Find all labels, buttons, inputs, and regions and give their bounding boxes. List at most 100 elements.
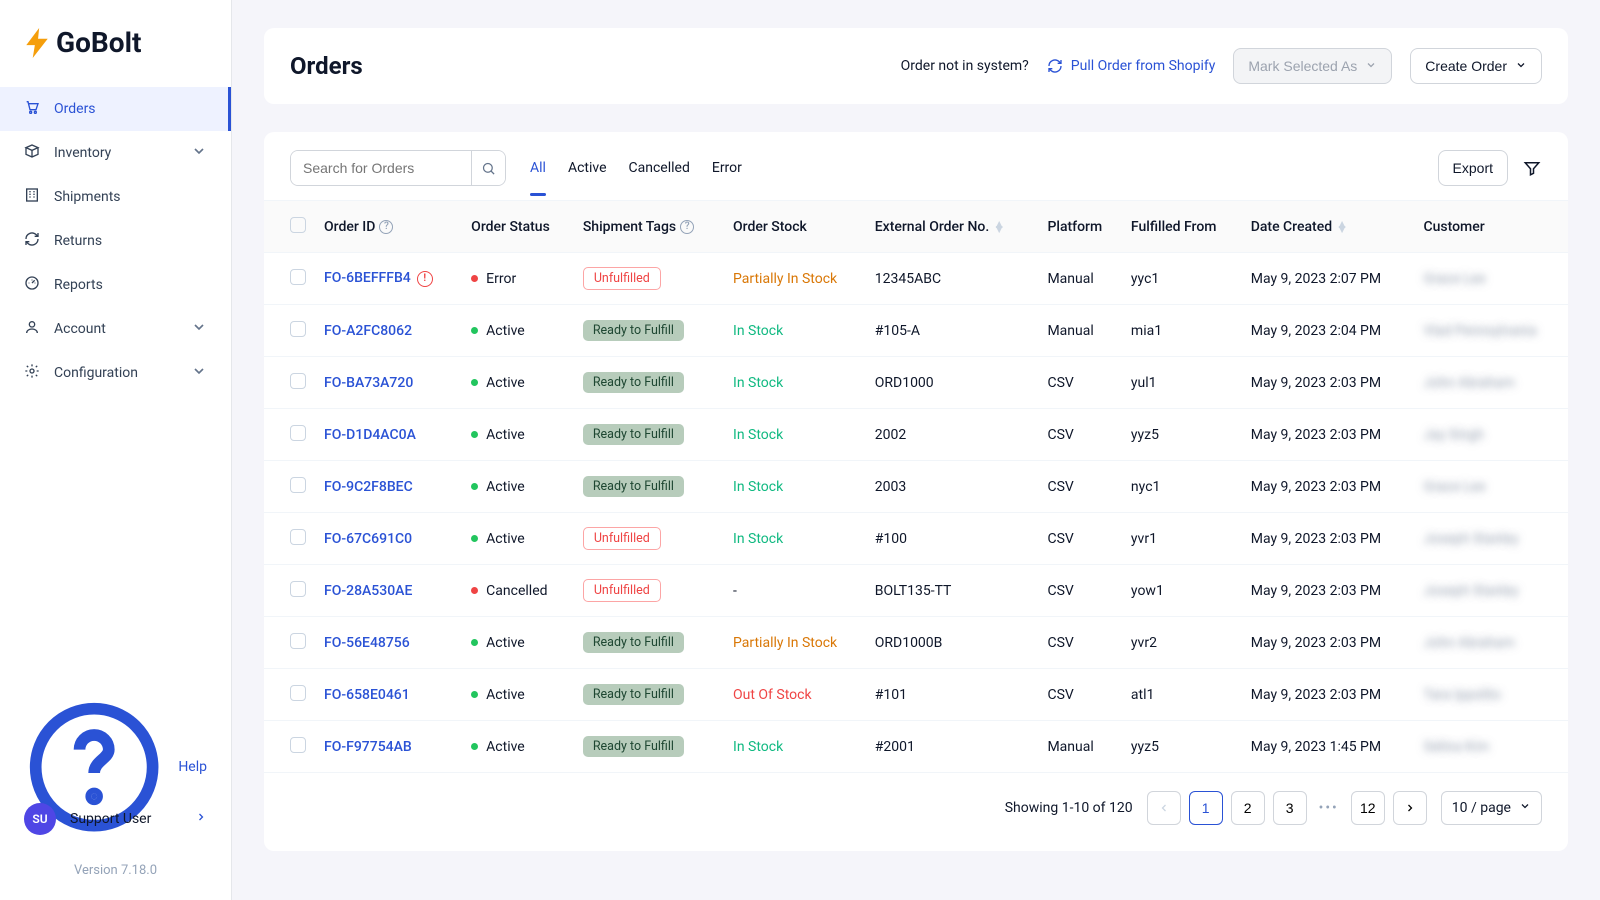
table-row: FO-6BEFFFB4!ErrorUnfulfilledPartially In… <box>264 253 1568 305</box>
date-created: May 9, 2023 2:03 PM <box>1243 565 1416 617</box>
pager-next[interactable] <box>1393 791 1427 825</box>
customer-name: Grace Lee <box>1423 271 1485 287</box>
row-checkbox[interactable] <box>290 581 306 597</box>
create-order-label: Create Order <box>1425 58 1507 74</box>
platform: CSV <box>1039 409 1122 461</box>
external-order: #105-A <box>867 305 1040 357</box>
order-id-link[interactable]: FO-A2FC8062 <box>324 323 412 339</box>
sidebar-item-returns[interactable]: Returns <box>0 219 231 263</box>
row-checkbox[interactable] <box>290 737 306 753</box>
date-created: May 9, 2023 2:03 PM <box>1243 409 1416 461</box>
col-header: Order Stock <box>725 201 867 253</box>
cart-icon <box>24 99 40 119</box>
bolt-icon <box>24 28 50 58</box>
user-menu[interactable]: SU Support User <box>0 789 231 849</box>
status-text: Active <box>486 323 525 339</box>
external-order: #101 <box>867 669 1040 721</box>
building-icon <box>24 187 40 207</box>
stock-status: Partially In Stock <box>733 271 837 287</box>
date-created: May 9, 2023 1:45 PM <box>1243 721 1416 773</box>
row-checkbox[interactable] <box>290 685 306 701</box>
sidebar-item-configuration[interactable]: Configuration <box>0 351 231 395</box>
sidebar-item-reports[interactable]: Reports <box>0 263 231 307</box>
chevron-down-icon <box>191 363 207 383</box>
fulfilled-from: yow1 <box>1123 565 1243 617</box>
fulfilled-from: yvr2 <box>1123 617 1243 669</box>
search-button[interactable] <box>471 151 505 185</box>
shipment-tag: Ready to Fulfill <box>583 372 684 393</box>
status-dot <box>471 743 478 750</box>
pager-page[interactable]: 2 <box>1231 791 1265 825</box>
pager-page[interactable]: 1 <box>1189 791 1223 825</box>
platform: CSV <box>1039 461 1122 513</box>
order-id-link[interactable]: FO-F97754AB <box>324 739 412 755</box>
platform: CSV <box>1039 617 1122 669</box>
pager-prev[interactable] <box>1147 791 1181 825</box>
row-checkbox[interactable] <box>290 633 306 649</box>
col-header: Order Status <box>463 201 575 253</box>
sidebar-item-account[interactable]: Account <box>0 307 231 351</box>
pull-order-link[interactable]: Pull Order from Shopify <box>1047 58 1216 74</box>
fulfilled-from: yyz5 <box>1123 409 1243 461</box>
order-id-link[interactable]: FO-6BEFFFB4 <box>324 270 411 286</box>
platform: CSV <box>1039 357 1122 409</box>
status-dot <box>471 327 478 334</box>
status-text: Active <box>486 635 525 651</box>
sidebar-item-orders[interactable]: Orders <box>0 87 231 131</box>
order-id-link[interactable]: FO-658E0461 <box>324 687 410 703</box>
platform: CSV <box>1039 513 1122 565</box>
not-in-system-text: Order not in system? <box>901 58 1029 74</box>
sidebar-item-label: Shipments <box>54 189 121 205</box>
row-checkbox[interactable] <box>290 269 306 285</box>
chevron-down-icon <box>1519 800 1531 816</box>
col-header[interactable]: Date Created▲▼ <box>1243 201 1416 253</box>
tab-error[interactable]: Error <box>712 154 742 182</box>
row-checkbox[interactable] <box>290 477 306 493</box>
chevron-down-icon <box>191 319 207 339</box>
tab-all[interactable]: All <box>530 154 546 182</box>
row-checkbox[interactable] <box>290 373 306 389</box>
date-created: May 9, 2023 2:03 PM <box>1243 513 1416 565</box>
filter-button[interactable] <box>1522 158 1542 178</box>
row-checkbox[interactable] <box>290 425 306 441</box>
search-input[interactable] <box>291 151 471 185</box>
shipment-tag: Ready to Fulfill <box>583 476 684 497</box>
select-all-checkbox[interactable] <box>290 217 306 233</box>
sidebar-item-shipments[interactable]: Shipments <box>0 175 231 219</box>
external-order: 2003 <box>867 461 1040 513</box>
tab-active[interactable]: Active <box>568 154 607 182</box>
order-id-link[interactable]: FO-BA73A720 <box>324 375 413 391</box>
main-content: Orders Order not in system? Pull Order f… <box>232 0 1600 900</box>
stock-status: In Stock <box>733 427 783 443</box>
order-id-link[interactable]: FO-9C2F8BEC <box>324 479 413 495</box>
pager-page[interactable]: 3 <box>1273 791 1307 825</box>
version-label: Version 7.18.0 <box>0 849 231 900</box>
stock-status: - <box>733 583 737 599</box>
customer-name: John Abraham <box>1423 635 1514 651</box>
sidebar-item-inventory[interactable]: Inventory <box>0 131 231 175</box>
refresh-icon <box>1047 58 1063 74</box>
shipment-tag: Ready to Fulfill <box>583 736 684 757</box>
help-icon: ? <box>680 220 694 234</box>
export-button[interactable]: Export <box>1438 150 1508 186</box>
order-id-link[interactable]: FO-67C691C0 <box>324 531 412 547</box>
pager-last[interactable]: 12 <box>1351 791 1385 825</box>
sidebar-item-label: Account <box>54 321 106 337</box>
create-order-button[interactable]: Create Order <box>1410 48 1542 84</box>
table-row: FO-28A530AECancelledUnfulfilled-BOLT135-… <box>264 565 1568 617</box>
order-id-link[interactable]: FO-56E48756 <box>324 635 410 651</box>
shipment-tag: Unfulfilled <box>583 267 661 290</box>
customer-name: Joseph Stanley <box>1423 531 1518 547</box>
shipment-tag: Unfulfilled <box>583 527 661 550</box>
tab-cancelled[interactable]: Cancelled <box>629 154 690 182</box>
page-size-select[interactable]: 10 / page <box>1441 791 1542 825</box>
help-link[interactable]: Help <box>0 745 231 789</box>
row-checkbox[interactable] <box>290 529 306 545</box>
col-header[interactable]: External Order No.▲▼ <box>867 201 1040 253</box>
platform: Manual <box>1039 721 1122 773</box>
row-checkbox[interactable] <box>290 321 306 337</box>
mark-selected-button[interactable]: Mark Selected As <box>1233 48 1392 84</box>
order-id-link[interactable]: FO-28A530AE <box>324 583 412 599</box>
sidebar-item-label: Configuration <box>54 365 138 381</box>
order-id-link[interactable]: FO-D1D4AC0A <box>324 427 416 443</box>
